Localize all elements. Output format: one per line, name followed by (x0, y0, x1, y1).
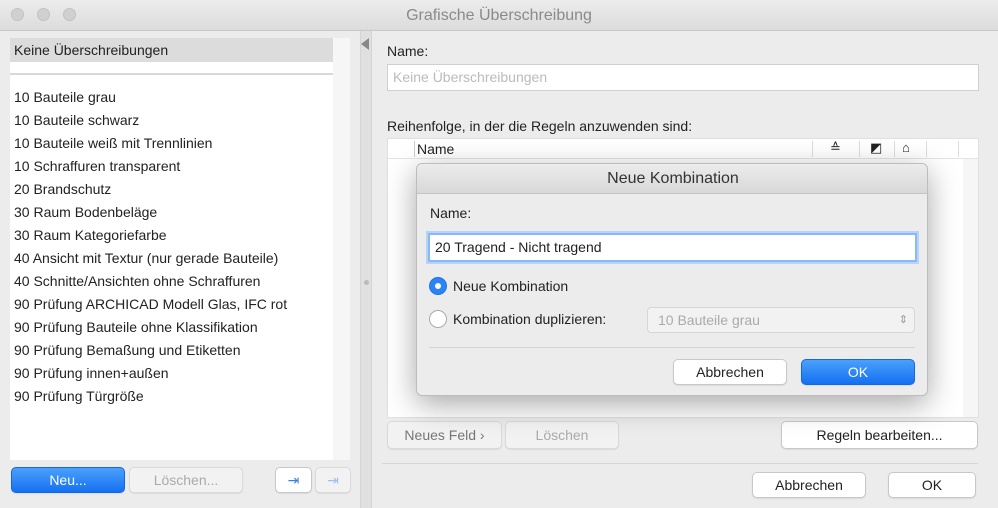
close-button[interactable] (11, 8, 24, 21)
cancel-button[interactable]: Abbrechen (752, 472, 866, 498)
list-item[interactable]: 90 Prüfung innen+außen (14, 365, 169, 381)
list-item[interactable]: 10 Bauteile grau (14, 89, 116, 105)
radio-new-label[interactable]: Neue Kombination (453, 278, 568, 294)
select-value: 10 Bauteile grau (658, 312, 760, 328)
radio-duplicate-label[interactable]: Kombination duplizieren: (453, 311, 606, 327)
list-item[interactable]: 30 Raum Kategoriefarbe (14, 227, 167, 243)
list-item[interactable]: 40 Schnitte/Ansichten ohne Schraffuren (14, 273, 260, 289)
list-item[interactable]: 30 Raum Bodenbeläge (14, 204, 157, 220)
title-bar: Grafische Überschreibung (0, 0, 998, 31)
brush-icon: ⌂ (902, 140, 910, 155)
dialog-cancel-button[interactable]: Abbrechen (673, 359, 787, 385)
fill-icon: ◩ (870, 140, 883, 155)
delete-rule-button[interactable]: Löschen (505, 421, 619, 449)
export-button[interactable]: ⇥ (315, 467, 351, 493)
list-separator (10, 73, 333, 75)
radio-duplicate-combination[interactable] (429, 310, 447, 328)
delete-button[interactable]: Löschen... (129, 467, 243, 493)
list-item[interactable]: 90 Prüfung ARCHICAD Modell Glas, IFC rot (14, 296, 287, 312)
column-divider (859, 141, 860, 157)
name-input[interactable]: Keine Überschreibungen (387, 64, 979, 91)
new-button[interactable]: Neu... (11, 467, 125, 493)
dialog-ok-button[interactable]: OK (801, 359, 915, 385)
scrollbar[interactable] (333, 38, 350, 460)
new-field-label: Neues Feld (404, 427, 477, 443)
column-divider (812, 141, 813, 157)
column-divider (894, 141, 895, 157)
name-label: Name: (387, 43, 429, 59)
override-list[interactable]: Keine Überschreibungen 10 Bauteile grau 1… (10, 38, 333, 460)
list-item[interactable]: 90 Prüfung Türgröße (14, 388, 144, 404)
edit-rules-button[interactable]: Regeln bearbeiten... (781, 421, 978, 449)
column-name[interactable]: Name (414, 141, 454, 157)
list-item[interactable]: 90 Prüfung Bemaßung und Etiketten (14, 342, 240, 358)
list-item-label: Keine Überschreibungen (14, 42, 169, 58)
list-item[interactable]: 10 Bauteile schwarz (14, 112, 139, 128)
split-handle-icon (364, 280, 369, 285)
radio-new-combination[interactable] (429, 277, 447, 295)
list-item-selected[interactable]: Keine Überschreibungen (10, 38, 333, 62)
split-divider[interactable] (360, 31, 372, 508)
separator (382, 463, 978, 464)
list-item[interactable]: 90 Prüfung Bauteile ohne Klassifikation (14, 319, 258, 335)
table-scrollbar[interactable] (963, 159, 978, 417)
collapse-triangle-icon[interactable] (361, 38, 369, 50)
duplicate-source-select[interactable]: 10 Bauteile grau ⇕ (647, 307, 915, 333)
zoom-button[interactable] (63, 8, 76, 21)
dialog-separator (429, 347, 915, 348)
dialog-name-label: Name: (430, 205, 472, 221)
list-item[interactable]: 20 Brandschutz (14, 181, 111, 197)
order-label: Reihenfolge, in der die Regeln anzuwende… (387, 118, 693, 134)
minimize-button[interactable] (37, 8, 50, 21)
import-icon: ⇥ (287, 472, 300, 488)
new-field-button[interactable]: Neues Feld › (387, 421, 502, 449)
line-icon: ≙ (830, 140, 841, 155)
chevron-right-icon: › (479, 427, 485, 443)
list-item[interactable]: 10 Bauteile weiß mit Trennlinien (14, 135, 212, 151)
ok-button[interactable]: OK (888, 472, 976, 498)
combination-name-input[interactable]: 20 Tragend - Nicht tragend (428, 233, 917, 262)
export-icon: ⇥ (327, 472, 339, 488)
new-combination-dialog: Neue Kombination Name: 20 Tragend - Nich… (416, 163, 928, 396)
list-item[interactable]: 40 Ansicht mit Textur (nur gerade Bautei… (14, 250, 278, 266)
dialog-title: Neue Kombination (417, 164, 927, 194)
window-title: Grafische Überschreibung (406, 7, 592, 24)
column-divider (926, 141, 927, 157)
import-button[interactable]: ⇥ (275, 467, 312, 493)
table-header: Name ≙ ◩ ⌂ (388, 139, 978, 159)
updown-chevron-icon: ⇕ (898, 314, 908, 326)
column-divider (958, 141, 959, 157)
list-item[interactable]: 10 Schraffuren transparent (14, 158, 180, 174)
